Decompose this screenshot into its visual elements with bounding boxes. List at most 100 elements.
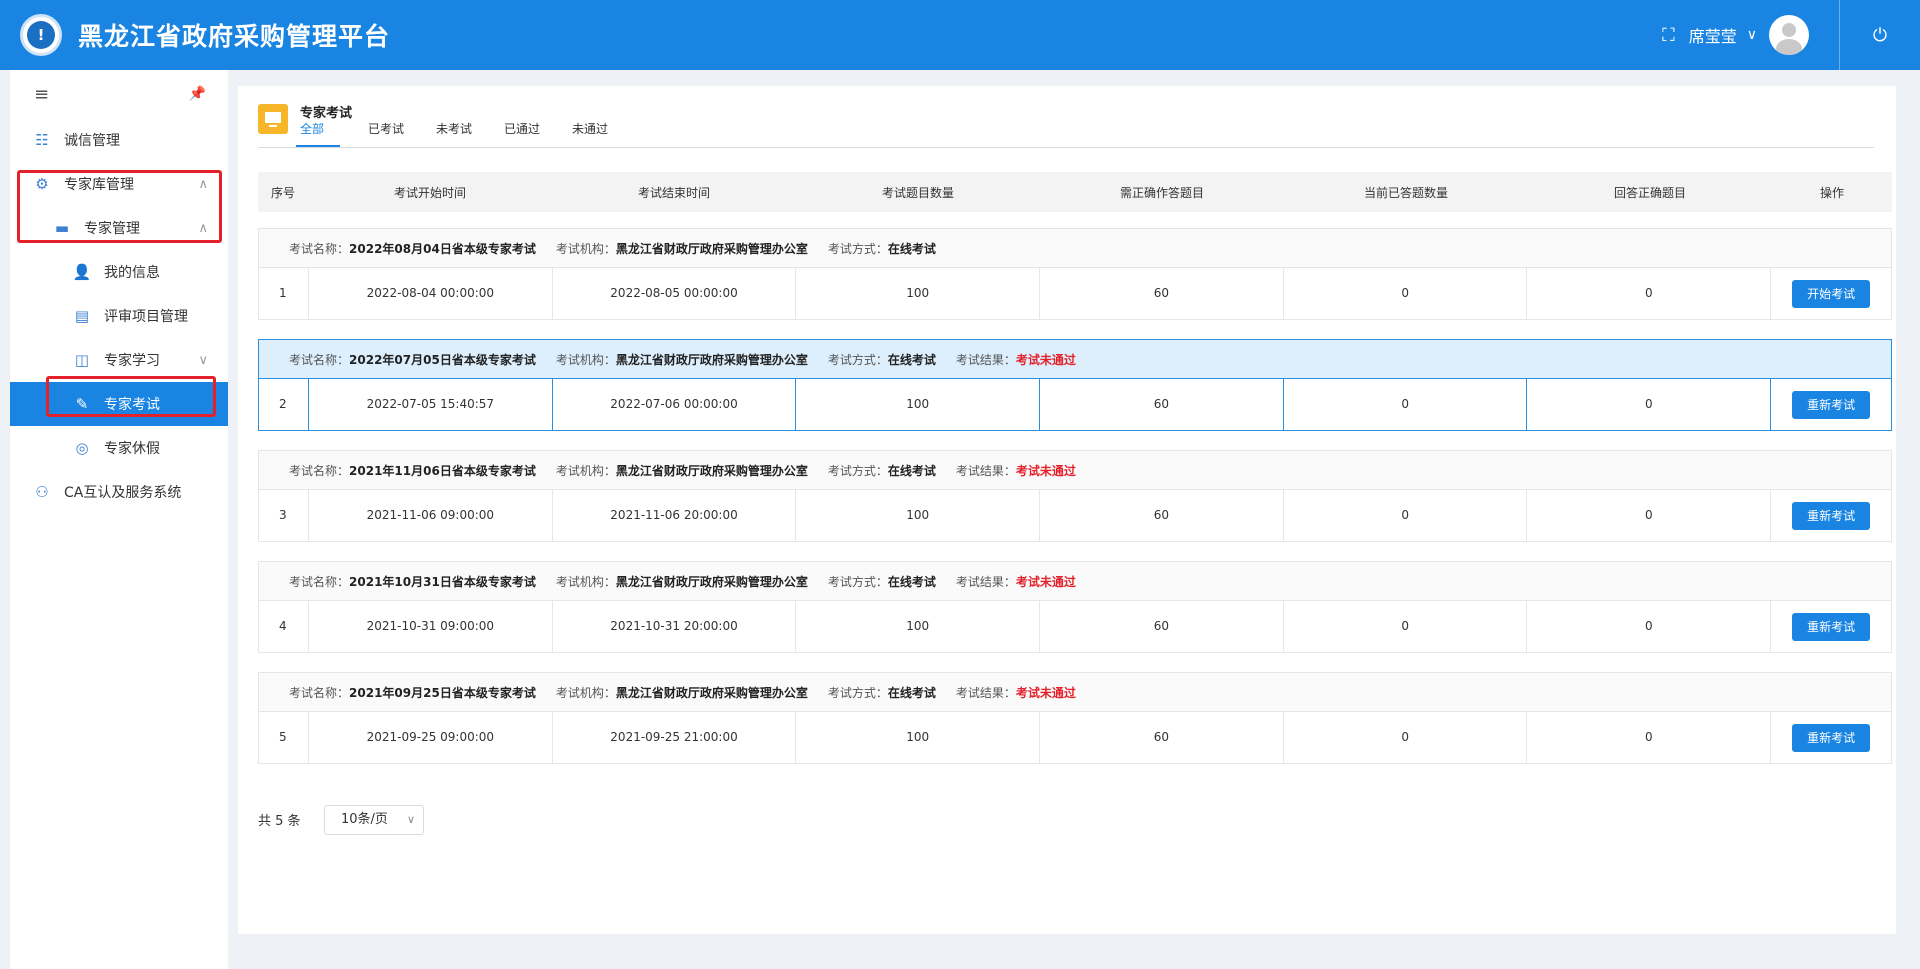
- exam-result-label: 考试结果：: [955, 352, 1016, 367]
- exam-info-bar: 考试名称： 2022年08月04日省本级专家考试 考试机构： 黑龙江省财政厅政府…: [259, 229, 1891, 268]
- tab-not-taken[interactable]: 未考试: [436, 120, 504, 147]
- tab-failed[interactable]: 未通过: [572, 120, 640, 147]
- cell-correct-count: 0: [1527, 268, 1772, 319]
- exam-monitor-icon: [258, 104, 288, 134]
- app-title: 黑龙江省政府采购管理平台: [78, 22, 391, 51]
- exam-record: 考试名称： 2022年08月04日省本级专家考试 考试机构： 黑龙江省财政厅政府…: [258, 228, 1892, 320]
- fullscreen-icon[interactable]: ⛶: [1662, 25, 1675, 46]
- retake-exam-button[interactable]: 重新考试: [1792, 612, 1871, 641]
- exam-name: 2021年09月25日省本级专家考试: [349, 685, 536, 700]
- cell-action: 重新考试: [1771, 379, 1891, 430]
- exam-result: 考试未通过: [1015, 352, 1076, 367]
- tab-all[interactable]: 全部: [300, 120, 368, 147]
- table-header: 序号 考试开始时间 考试结束时间 考试题目数量 需正确作答题目 当前已答题数量 …: [258, 172, 1892, 212]
- logo-emblem-icon: !: [27, 21, 55, 49]
- sidebar-item-label: 专家学习: [104, 353, 160, 369]
- cell-end-time: 2021-11-06 20:00:00: [553, 490, 797, 541]
- main-content: 专家考试 全部 已考试 未考试 已通过 未通过 序号 考试开始时间 考试结束时间…: [238, 86, 1896, 934]
- book-icon: ◫: [74, 351, 90, 369]
- page-size-select[interactable]: 10条/页 ∨: [324, 805, 424, 835]
- exam-mode: 在线考试: [887, 241, 936, 256]
- sidebar-item-label: 诚信管理: [64, 133, 120, 149]
- table-row: 4 2021-10-31 09:00:00 2021-10-31 20:00:0…: [259, 601, 1891, 652]
- cell-start-time: 2021-11-06 09:00:00: [309, 490, 553, 541]
- header-question-count: 考试题目数量: [881, 185, 954, 200]
- menu-toggle-icon[interactable]: ≡: [34, 84, 49, 105]
- exam-result: 考试未通过: [1015, 574, 1076, 589]
- sidebar-item-ca-system[interactable]: ⚇ CA互认及服务系统: [10, 470, 228, 514]
- exam-name-label: 考试名称：: [289, 685, 350, 700]
- cell-required-correct: 60: [1040, 601, 1284, 652]
- header-action: 操作: [1819, 185, 1844, 200]
- exam-mode-label: 考试方式：: [827, 241, 888, 256]
- exam-org-label: 考试机构：: [555, 685, 616, 700]
- top-header: ! 黑龙江省政府采购管理平台 ⛶ 席莹莹 ∨ ⏻: [0, 0, 1920, 70]
- exam-org: 黑龙江省财政厅政府采购管理办公室: [615, 241, 808, 256]
- exam-info-bar: 考试名称： 2021年09月25日省本级专家考试 考试机构： 黑龙江省财政厅政府…: [259, 673, 1891, 712]
- cell-correct-count: 0: [1527, 379, 1772, 430]
- retake-exam-button[interactable]: 重新考试: [1792, 723, 1871, 752]
- cell-question-count: 100: [796, 379, 1041, 430]
- avatar[interactable]: [1769, 15, 1809, 55]
- exam-mode-label: 考试方式：: [827, 685, 888, 700]
- power-icon[interactable]: ⏻: [1840, 25, 1920, 46]
- exam-record: 考试名称： 2021年10月31日省本级专家考试 考试机构： 黑龙江省财政厅政府…: [258, 561, 1892, 653]
- cell-action: 开始考试: [1771, 268, 1891, 319]
- exam-mode: 在线考试: [887, 463, 936, 478]
- exam-name: 2022年08月04日省本级专家考试: [349, 241, 536, 256]
- sidebar-item-credit[interactable]: ☷ 诚信管理: [10, 118, 228, 162]
- exam-org-label: 考试机构：: [555, 463, 616, 478]
- sidebar-item-label: 我的信息: [104, 265, 160, 281]
- exam-name-label: 考试名称：: [289, 241, 350, 256]
- exam-record: 考试名称： 2021年09月25日省本级专家考试 考试机构： 黑龙江省财政厅政府…: [258, 672, 1892, 764]
- cell-start-time: 2021-09-25 09:00:00: [309, 712, 553, 763]
- page-title: 专家考试: [300, 106, 353, 121]
- cell-index: 1: [259, 268, 309, 319]
- chevron-down-icon[interactable]: ∨: [1747, 27, 1757, 43]
- page-size-value: 10条/页: [341, 812, 388, 827]
- tab-taken[interactable]: 已考试: [368, 120, 436, 147]
- pin-icon[interactable]: 📌: [189, 86, 206, 102]
- cell-required-correct: 60: [1040, 268, 1284, 319]
- sidebar-item-label: 评审项目管理: [104, 309, 188, 325]
- cell-index: 2: [259, 379, 309, 430]
- credit-list-icon: ☷: [35, 131, 49, 149]
- table-row: 2 2022-07-05 15:40:57 2022-07-06 00:00:0…: [259, 379, 1891, 430]
- retake-exam-button[interactable]: 重新考试: [1792, 501, 1871, 530]
- cell-question-count: 100: [796, 712, 1041, 763]
- filter-tabs: 全部 已考试 未考试 已通过 未通过: [300, 120, 640, 147]
- exam-info-bar: 考试名称： 2021年11月06日省本级专家考试 考试机构： 黑龙江省财政厅政府…: [259, 451, 1891, 490]
- exam-name: 2021年11月06日省本级专家考试: [349, 463, 536, 478]
- tab-passed[interactable]: 已通过: [504, 120, 572, 147]
- cell-end-time: 2021-10-31 20:00:00: [553, 601, 797, 652]
- cell-answered-count: 0: [1284, 379, 1528, 430]
- retake-exam-button[interactable]: 重新考试: [1792, 390, 1871, 419]
- sidebar-item-my-info[interactable]: 👤 我的信息: [10, 250, 228, 294]
- cell-end-time: 2022-08-05 00:00:00: [553, 268, 797, 319]
- header-start-time: 考试开始时间: [393, 185, 466, 200]
- chevron-down-icon: ∨: [198, 352, 208, 368]
- tab-header: 专家考试 全部 已考试 未考试 已通过 未通过: [258, 98, 1874, 148]
- exam-name: 2021年10月31日省本级专家考试: [349, 574, 536, 589]
- exam-name-label: 考试名称：: [289, 463, 350, 478]
- platform-logo: !: [20, 14, 62, 56]
- sidebar-item-expert-vacation[interactable]: ◎ 专家休假: [10, 426, 228, 470]
- exam-info-bar: 考试名称： 2022年07月05日省本级专家考试 考试机构： 黑龙江省财政厅政府…: [259, 340, 1891, 379]
- cell-start-time: 2022-07-05 15:40:57: [309, 379, 553, 430]
- chevron-down-icon: ∨: [406, 813, 415, 826]
- table-row: 3 2021-11-06 09:00:00 2021-11-06 20:00:0…: [259, 490, 1891, 541]
- header-answered-count: 当前已答题数量: [1363, 185, 1448, 200]
- cell-action: 重新考试: [1771, 712, 1891, 763]
- window-icon: ▤: [74, 307, 90, 325]
- cell-start-time: 2022-08-04 00:00:00: [309, 268, 553, 319]
- cell-correct-count: 0: [1527, 712, 1772, 763]
- start-exam-button[interactable]: 开始考试: [1792, 279, 1871, 308]
- exam-record: 考试名称： 2021年11月06日省本级专家考试 考试机构： 黑龙江省财政厅政府…: [258, 450, 1892, 542]
- user-name[interactable]: 席莹莹: [1689, 23, 1737, 47]
- sidebar-item-review-projects[interactable]: ▤ 评审项目管理: [10, 294, 228, 338]
- exam-name-label: 考试名称：: [289, 574, 350, 589]
- cell-start-time: 2021-10-31 09:00:00: [309, 601, 553, 652]
- exam-mode: 在线考试: [887, 352, 936, 367]
- table-row: 1 2022-08-04 00:00:00 2022-08-05 00:00:0…: [259, 268, 1891, 319]
- cell-answered-count: 0: [1284, 601, 1528, 652]
